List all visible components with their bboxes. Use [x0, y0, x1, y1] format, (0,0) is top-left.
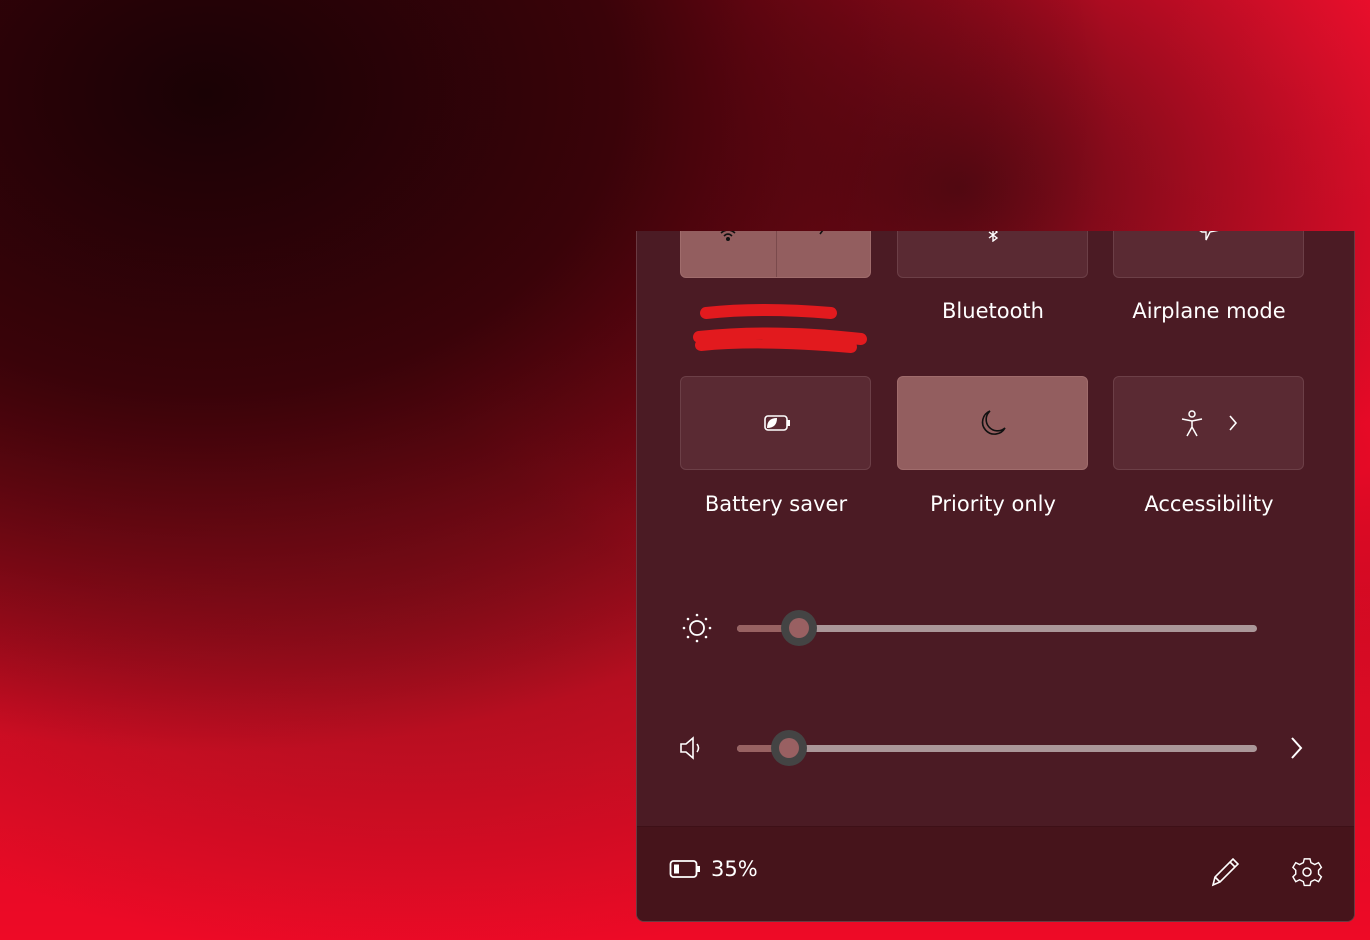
airplane-icon: [1198, 231, 1219, 241]
priority-only-tile[interactable]: [897, 376, 1088, 470]
battery-saver-icon: [763, 415, 790, 431]
brightness-slider[interactable]: [737, 610, 1257, 646]
accessibility-label: Accessibility: [1144, 492, 1274, 516]
brightness-slider-thumb[interactable]: [781, 610, 818, 646]
quick-settings-panel: Bluetooth Airplane mode Battery saver Pr…: [636, 231, 1355, 922]
footer: 35%: [637, 826, 1354, 921]
wifi-label: [671, 299, 881, 359]
accessibility-icon: [1181, 410, 1202, 437]
volume-slider-thumb[interactable]: [771, 730, 807, 766]
moon-icon: [981, 410, 1006, 435]
battery-saver-label: Battery saver: [704, 492, 848, 516]
airplane-mode-label: Airplane mode: [1132, 299, 1286, 323]
volume-slider[interactable]: [737, 730, 1257, 766]
edit-pencil-icon[interactable]: [1209, 856, 1241, 888]
wifi-expand-button[interactable]: [777, 231, 871, 277]
bluetooth-tile[interactable]: [897, 231, 1088, 278]
wifi-toggle[interactable]: [681, 231, 777, 277]
battery-icon: [669, 860, 700, 878]
settings-gear-icon[interactable]: [1291, 856, 1323, 888]
volume-output-chevron-icon[interactable]: [1289, 735, 1305, 761]
battery-percent: 35%: [711, 857, 758, 881]
volume-icon: [680, 736, 700, 760]
battery-status[interactable]: 35%: [669, 857, 758, 881]
brightness-icon: [682, 613, 712, 643]
bluetooth-icon: [988, 231, 998, 242]
battery-saver-tile[interactable]: [680, 376, 871, 470]
accessibility-tile[interactable]: [1113, 376, 1304, 470]
priority-only-label: Priority only: [930, 492, 1056, 516]
bluetooth-label: Bluetooth: [942, 299, 1044, 323]
chevron-right-icon: [819, 231, 824, 235]
chevron-right-icon[interactable]: [1227, 414, 1239, 432]
wifi-tile[interactable]: [680, 231, 871, 278]
wifi-icon: [720, 231, 736, 241]
airplane-mode-tile[interactable]: [1113, 231, 1304, 278]
redaction-scribble: [693, 304, 867, 353]
